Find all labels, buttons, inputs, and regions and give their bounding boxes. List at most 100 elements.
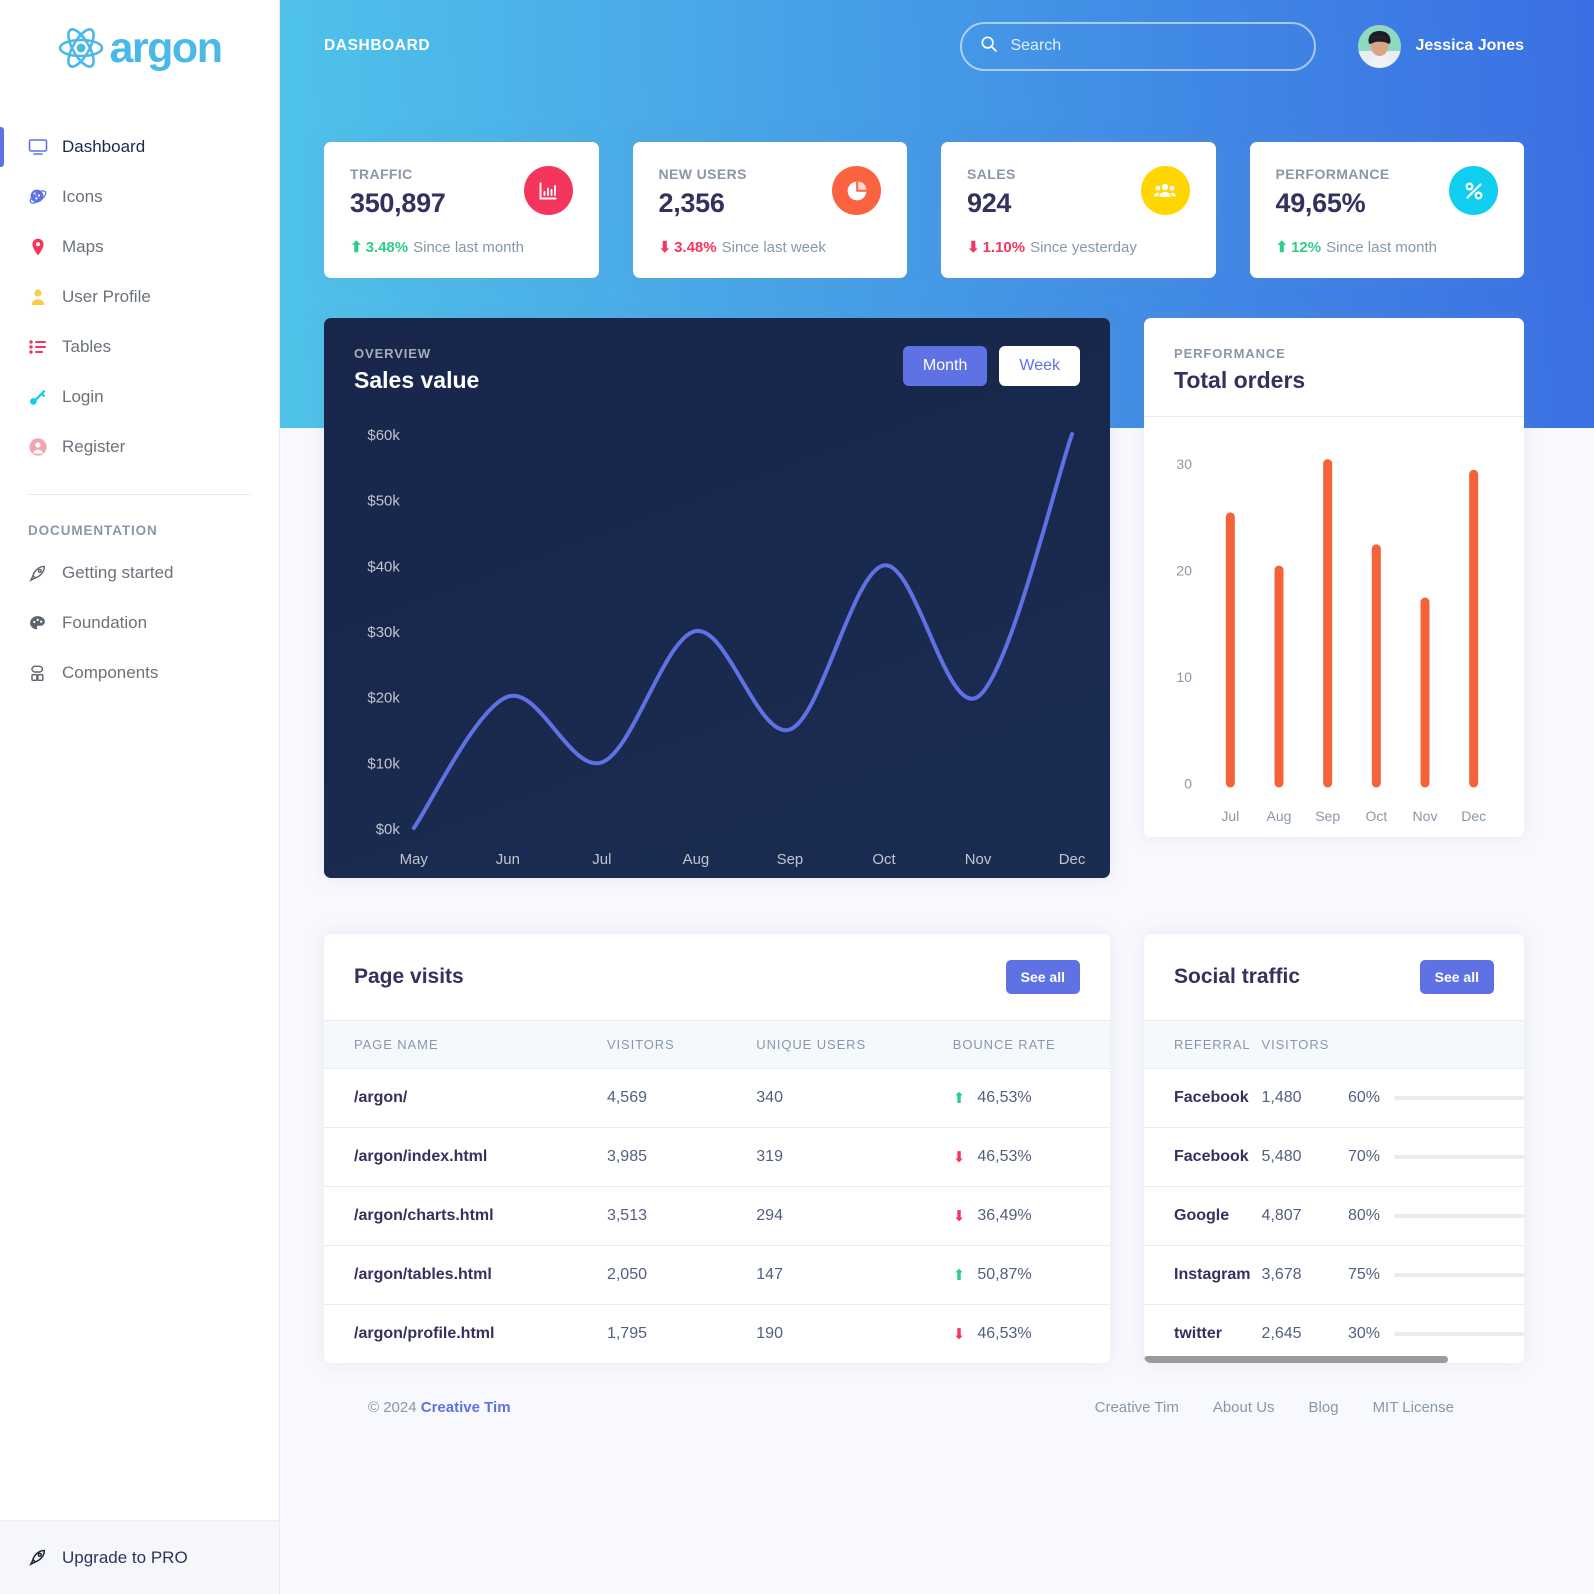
svg-text:Sep: Sep bbox=[1315, 808, 1340, 824]
charts-row: Overview Sales value Month Week $0k $10k $… bbox=[324, 318, 1524, 878]
arrow-up-icon: ⬆ bbox=[952, 1266, 966, 1284]
sidebar-item-register[interactable]: Register bbox=[0, 422, 279, 472]
footer-link-mit-license[interactable]: MIT License bbox=[1373, 1399, 1454, 1416]
cell-referral: Google bbox=[1144, 1186, 1262, 1246]
cell-page-name: /argon/ bbox=[324, 1068, 607, 1128]
search-input[interactable] bbox=[1010, 37, 1297, 55]
stat-value: 350,897 bbox=[350, 188, 446, 218]
page-scrollbar[interactable] bbox=[1586, 0, 1594, 1594]
sidebar-item-components[interactable]: Components bbox=[0, 648, 279, 698]
col-progress bbox=[1347, 1020, 1524, 1069]
stat-delta: ⬇ 1.10% bbox=[967, 239, 1026, 256]
page-visits-title: Page visits bbox=[354, 965, 464, 988]
stat-cards: Traffic 350,897 ⬆ 3.48% bbox=[324, 142, 1524, 278]
sidebar-item-dashboard[interactable]: Dashboard bbox=[0, 122, 279, 172]
cell-progress: 60% bbox=[1347, 1068, 1524, 1128]
table-row: /argon/charts.html 3,513 294 ⬇ 36,49% bbox=[324, 1186, 1110, 1246]
page-title: Dashboard bbox=[324, 37, 431, 54]
cell-visitors: 1,795 bbox=[606, 1325, 647, 1342]
cell-page-name: /argon/profile.html bbox=[354, 1325, 495, 1342]
col-visitors: Visitors bbox=[606, 1020, 757, 1069]
bounce-value: 50,87% bbox=[977, 1266, 1032, 1283]
stat-card-performance: Performance 49,65% ⬆ 12% bbox=[1249, 142, 1524, 278]
footer-brand-link[interactable]: Creative Tim bbox=[421, 1399, 511, 1416]
see-all-button[interactable]: See all bbox=[1419, 960, 1494, 994]
svg-text:Aug: Aug bbox=[683, 851, 710, 868]
footer-link-creative-tim[interactable]: Creative Tim bbox=[1095, 1399, 1179, 1416]
cell-visitors: 3,678 bbox=[1261, 1245, 1348, 1305]
footer-link-about-us[interactable]: About Us bbox=[1213, 1399, 1275, 1416]
sidebar-item-tables[interactable]: Tables bbox=[0, 322, 279, 372]
cell-progress: 80% bbox=[1347, 1186, 1524, 1246]
week-button[interactable]: Week bbox=[999, 346, 1080, 386]
svg-text:10: 10 bbox=[1176, 669, 1192, 685]
progress-percent: 30% bbox=[1347, 1325, 1380, 1342]
bar-chart-icon bbox=[523, 166, 573, 215]
cell-bounce-rate: ⬆ 46,53% bbox=[952, 1068, 1110, 1128]
svg-text:Aug: Aug bbox=[1267, 808, 1292, 824]
svg-text:$50k: $50k bbox=[367, 493, 400, 510]
month-button[interactable]: Month bbox=[902, 346, 988, 386]
cell-page-name: /argon/charts.html bbox=[324, 1186, 607, 1246]
cell-visitors: 2,645 bbox=[1261, 1325, 1302, 1342]
total-orders-card: Performance Total orders 0 10 20 30 Jul Aug Se… bbox=[1144, 318, 1524, 837]
progress-percent: 80% bbox=[1347, 1207, 1380, 1224]
user-menu[interactable]: Jessica Jones bbox=[1358, 24, 1524, 68]
cell-visitors: 5,480 bbox=[1261, 1127, 1348, 1187]
sidebar-item-maps[interactable]: Maps bbox=[0, 222, 279, 272]
footer-link-blog[interactable]: Blog bbox=[1309, 1399, 1339, 1416]
monitor-icon bbox=[28, 137, 62, 157]
horizontal-scrollbar[interactable] bbox=[1144, 1356, 1524, 1363]
upgrade-to-pro-button[interactable]: Upgrade to PRO bbox=[0, 1520, 279, 1594]
stat-card-traffic: Traffic 350,897 ⬆ 3.48% bbox=[324, 142, 599, 278]
table-row: /argon/tables.html 2,050 147 ⬆ 50,87% bbox=[324, 1245, 1110, 1305]
scrollbar-thumb[interactable] bbox=[1144, 1356, 1448, 1363]
see-all-button[interactable]: See all bbox=[1005, 960, 1080, 994]
table-row: Instagram 3,678 75% bbox=[1144, 1245, 1524, 1305]
search-box[interactable] bbox=[960, 21, 1317, 71]
bounce-value: 46,53% bbox=[977, 1325, 1032, 1342]
bounce-value: 36,49% bbox=[977, 1207, 1032, 1224]
sidebar-item-label: Login bbox=[62, 387, 104, 406]
arrow-down-icon: ⬇ bbox=[658, 239, 672, 256]
rocket-icon bbox=[28, 1548, 62, 1567]
svg-text:Jun: Jun bbox=[496, 851, 520, 868]
cell-progress: 70% bbox=[1347, 1127, 1524, 1187]
sidebar-item-icons[interactable]: Icons bbox=[0, 172, 279, 222]
col-page-name: Page name bbox=[324, 1020, 607, 1069]
sidebar-item-getting-started[interactable]: Getting started bbox=[0, 548, 279, 598]
percent-icon bbox=[1449, 166, 1498, 215]
bounce-value: 46,53% bbox=[977, 1148, 1032, 1165]
stat-note: Since yesterday bbox=[1030, 239, 1137, 256]
card-eyebrow: Overview bbox=[354, 346, 432, 361]
users-icon bbox=[1140, 166, 1190, 215]
user-name: Jessica Jones bbox=[1415, 37, 1524, 54]
svg-text:20: 20 bbox=[1176, 563, 1192, 579]
search-icon bbox=[980, 35, 998, 58]
arrow-down-icon: ⬇ bbox=[952, 1207, 966, 1225]
sidebar-item-user-profile[interactable]: User Profile bbox=[0, 272, 279, 322]
user-circle-icon bbox=[28, 437, 62, 457]
table-row: /argon/profile.html 1,795 190 ⬇ 46,53% bbox=[324, 1305, 1110, 1364]
arrow-up-icon: ⬆ bbox=[350, 239, 363, 256]
stat-delta: ⬆ 12% bbox=[1275, 239, 1322, 256]
svg-text:30: 30 bbox=[1176, 456, 1192, 472]
arrow-down-icon: ⬇ bbox=[967, 239, 980, 256]
cell-bounce-rate: ⬇ 46,53% bbox=[952, 1127, 1110, 1187]
sidebar-item-foundation[interactable]: Foundation bbox=[0, 598, 279, 648]
svg-text:Sep: Sep bbox=[777, 851, 804, 868]
svg-text:$60k: $60k bbox=[367, 427, 400, 444]
progress-bar bbox=[1393, 1155, 1524, 1159]
atom-icon bbox=[58, 25, 104, 71]
cell-visitors: 4,569 bbox=[606, 1068, 757, 1128]
col-bounce-rate: Bounce rate bbox=[952, 1020, 1110, 1069]
table-row: Google 4,807 80% bbox=[1144, 1186, 1524, 1246]
progress-percent: 70% bbox=[1347, 1148, 1380, 1165]
bounce-value: 46,53% bbox=[977, 1089, 1032, 1106]
rocket-icon bbox=[28, 564, 62, 583]
sidebar-item-login[interactable]: Login bbox=[0, 372, 279, 422]
arrow-up-icon: ⬆ bbox=[1275, 239, 1289, 256]
brand[interactable]: argon bbox=[0, 0, 279, 96]
svg-text:$30k: $30k bbox=[367, 624, 400, 641]
col-visitors: Visitors bbox=[1261, 1020, 1348, 1069]
